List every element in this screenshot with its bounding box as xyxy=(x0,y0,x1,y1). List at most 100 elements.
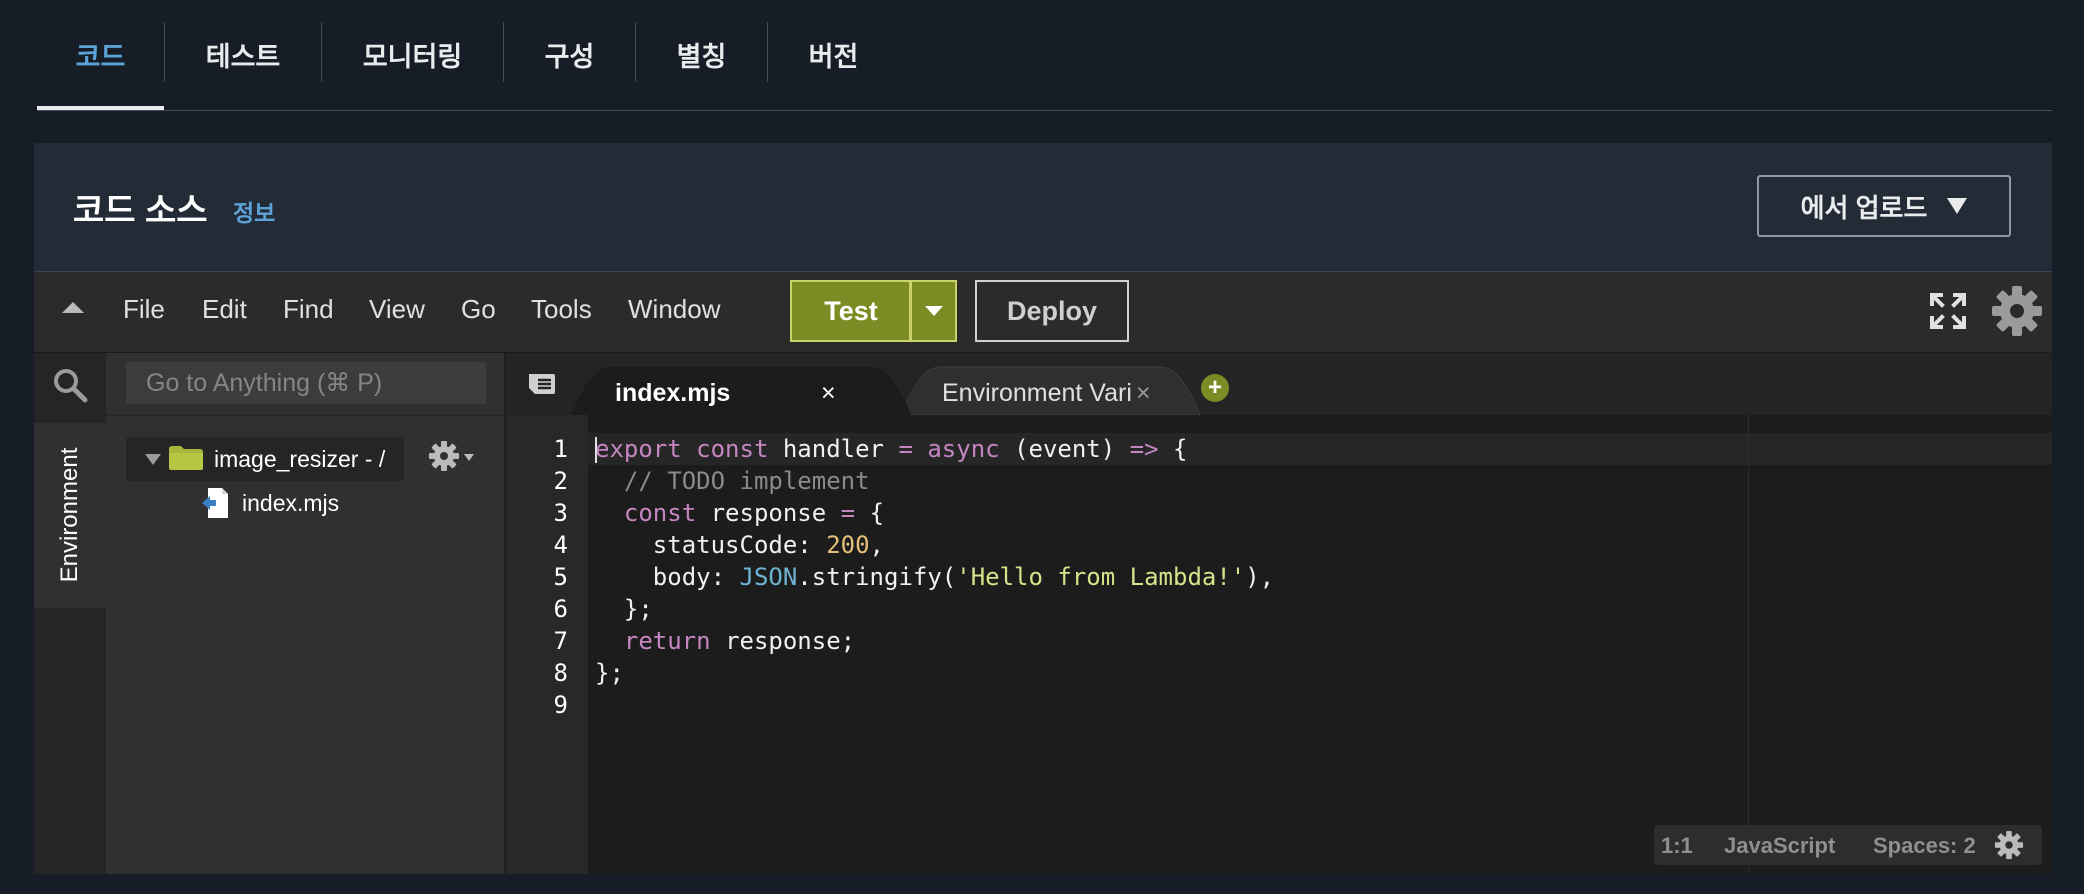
line-number: 3 xyxy=(553,499,568,527)
code-source-panel: 코드 소스 정보 에서 업로드 File Edit Find View Go T… xyxy=(34,143,2052,874)
code-token: response xyxy=(710,499,841,527)
top-tab-bar: 코드 테스트 모니터링 구성 별칭 버전 xyxy=(37,0,2052,111)
code-line[interactable]: const response = { xyxy=(595,497,884,529)
line-number: 2 xyxy=(553,467,568,495)
line-number: 9 xyxy=(553,691,568,719)
menu-find[interactable]: Find xyxy=(283,294,334,325)
editor-tab-index[interactable]: index.mjs × xyxy=(571,367,911,415)
caret-down-icon xyxy=(1947,198,1968,214)
code-token: }; xyxy=(595,659,624,687)
code-token: handler xyxy=(782,435,899,463)
panel-title: 코드 소스 xyxy=(73,192,208,230)
code-line[interactable]: statusCode: 200, xyxy=(595,529,884,561)
code-token: const xyxy=(696,435,783,463)
code-line[interactable]: return response; xyxy=(595,625,855,657)
goto-anything-input[interactable]: Go to Anything (⌘ P) xyxy=(126,362,486,404)
code-token: statusCode: xyxy=(595,531,827,559)
environment-tab-label: Environment xyxy=(56,447,83,583)
code-token: = xyxy=(898,435,928,463)
code-token: 'Hello from Lambda!' xyxy=(956,563,1246,591)
folder-label: image_resizer - / xyxy=(214,446,386,472)
tab-configuration[interactable]: 구성 xyxy=(504,0,635,108)
code-token: { xyxy=(1173,435,1188,463)
info-link[interactable]: 정보 xyxy=(233,194,275,228)
code-token: export xyxy=(595,435,697,463)
close-tab-icon[interactable]: × xyxy=(821,379,836,408)
tree-settings-icon[interactable] xyxy=(428,440,460,472)
expand-triangle-icon[interactable] xyxy=(145,454,161,465)
menu-edit[interactable]: Edit xyxy=(202,294,247,325)
tab-monitoring[interactable]: 모니터링 xyxy=(322,0,503,108)
code-token: async xyxy=(927,435,1015,463)
cursor-position[interactable]: 1:1 xyxy=(1661,833,1693,859)
code-line[interactable]: }; xyxy=(595,657,624,689)
line-number: 5 xyxy=(553,563,568,591)
text-cursor xyxy=(595,437,597,463)
line-number: 7 xyxy=(553,627,568,655)
close-tab-icon[interactable]: × xyxy=(1136,379,1151,408)
environment-tab[interactable]: Environment xyxy=(34,423,107,608)
editor-tab-bar: index.mjs × Environment Vari × + xyxy=(506,353,2052,415)
test-button-divider xyxy=(909,280,911,342)
code-token: , xyxy=(869,531,884,559)
folder-icon xyxy=(169,446,203,470)
tab-versions[interactable]: 버전 xyxy=(768,0,899,108)
file-label[interactable]: index.mjs xyxy=(242,490,339,517)
code-token: { xyxy=(869,499,885,527)
code-token: }; xyxy=(595,595,653,623)
menu-view[interactable]: View xyxy=(369,294,425,325)
code-token: = xyxy=(840,499,870,527)
editor-tab-label: Environment Vari xyxy=(942,379,1132,407)
line-number: 8 xyxy=(553,659,568,687)
upload-from-label: 에서 업로드 xyxy=(1800,192,1928,223)
file-tree: Go to Anything (⌘ P) image_resizer - / i… xyxy=(106,353,506,874)
search-icon[interactable] xyxy=(52,367,88,403)
code-line[interactable]: export const handler = async (event) => … xyxy=(595,433,1187,465)
tree-divider xyxy=(106,415,504,416)
folder-row[interactable]: image_resizer - / xyxy=(126,437,404,481)
test-dropdown-button[interactable] xyxy=(910,280,957,342)
caret-down-icon[interactable] xyxy=(464,454,474,461)
code-token: .stringify( xyxy=(797,563,957,591)
code-line[interactable]: body: JSON.stringify('Hello from Lambda!… xyxy=(595,561,1274,593)
menu-tools[interactable]: Tools xyxy=(531,294,592,325)
code-token: => xyxy=(1129,435,1174,463)
menu-window[interactable]: Window xyxy=(628,294,720,325)
caret-down-icon xyxy=(924,306,943,316)
tab-test[interactable]: 테스트 xyxy=(165,0,321,108)
tab-aliases[interactable]: 별칭 xyxy=(636,0,767,108)
menu-file[interactable]: File xyxy=(123,294,165,325)
line-number: 4 xyxy=(553,531,568,559)
deploy-button[interactable]: Deploy xyxy=(975,280,1129,342)
line-number: 1 xyxy=(553,435,568,463)
code-token: 200 xyxy=(826,531,870,559)
line-number: 6 xyxy=(553,595,568,623)
code-token: const xyxy=(623,499,711,527)
test-button[interactable]: Test xyxy=(790,280,910,342)
language-mode[interactable]: JavaScript xyxy=(1724,833,1835,859)
code-line[interactable]: // TODO implement xyxy=(595,465,870,497)
upload-from-button[interactable]: 에서 업로드 xyxy=(1757,175,2011,237)
code-token: response; xyxy=(725,627,856,655)
editor-tab-environment[interactable]: Environment Vari × xyxy=(901,367,1201,415)
indent-setting[interactable]: Spaces: 2 xyxy=(1873,833,1976,859)
code-line[interactable]: }; xyxy=(595,593,653,625)
menu-go[interactable]: Go xyxy=(461,294,496,325)
collapse-icon[interactable] xyxy=(62,302,84,313)
code-token: ), xyxy=(1245,563,1275,591)
editor-tab-label: index.mjs xyxy=(615,379,731,407)
tab-code[interactable]: 코드 xyxy=(37,0,164,110)
fullscreen-icon[interactable] xyxy=(1929,292,1967,330)
code-token: // TODO implement xyxy=(595,467,870,495)
status-settings-icon[interactable] xyxy=(1994,830,2024,860)
code-token: JSON xyxy=(739,563,798,591)
editor-status-bar: 1:1 JavaScript Spaces: 2 xyxy=(1654,825,2042,865)
code-token: return xyxy=(623,627,726,655)
settings-gear-icon[interactable] xyxy=(1991,285,2043,337)
ide-toolbar: File Edit Find View Go Tools Window Test… xyxy=(34,272,2052,353)
file-icon xyxy=(202,488,228,518)
code-token: body: xyxy=(595,563,740,591)
add-tab-button[interactable]: + xyxy=(1201,374,1229,402)
